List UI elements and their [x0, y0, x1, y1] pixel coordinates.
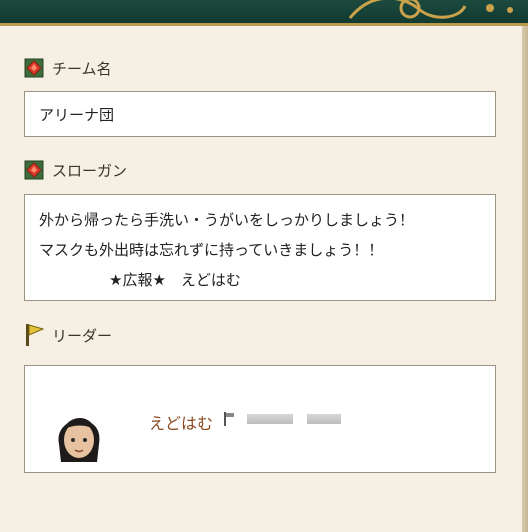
slogan-signature: ★広報★ えどはむ [109, 271, 241, 289]
panel-edge [522, 26, 528, 532]
header-banner [0, 0, 528, 26]
slogan-header: スローガン [24, 159, 127, 181]
slogan-line: マスクも外出時は忘れずに持っていきましょう！！ [39, 241, 384, 259]
leader-header: リーダー [24, 324, 112, 346]
blurred-status [247, 414, 293, 424]
slogan-line: 外から帰ったら手洗い・うがいをしっかりしましょう！ [39, 211, 415, 229]
blurred-status [307, 414, 341, 424]
leader-label: リーダー [52, 326, 113, 345]
team-name-label: チーム名 [52, 59, 112, 78]
team-name-field: アリーナ団 [24, 91, 496, 137]
red-gem-icon [24, 58, 44, 78]
yellow-flag-icon [26, 324, 44, 346]
leader-card[interactable]: えどはむ [24, 365, 496, 473]
small-flag-icon [224, 412, 234, 426]
red-gem-icon [24, 160, 44, 180]
character-avatar-icon [58, 418, 100, 462]
team-name-value: アリーナ団 [39, 106, 115, 124]
ornament-icon [348, 0, 513, 19]
slogan-field: 外から帰ったら手洗い・うがいをしっかりしましょう！ マスクも外出時は忘れずに持っ… [24, 194, 496, 301]
leader-name[interactable]: えどはむ [149, 410, 213, 434]
team-name-header: チーム名 [24, 57, 112, 79]
slogan-label: スローガン [52, 161, 128, 180]
